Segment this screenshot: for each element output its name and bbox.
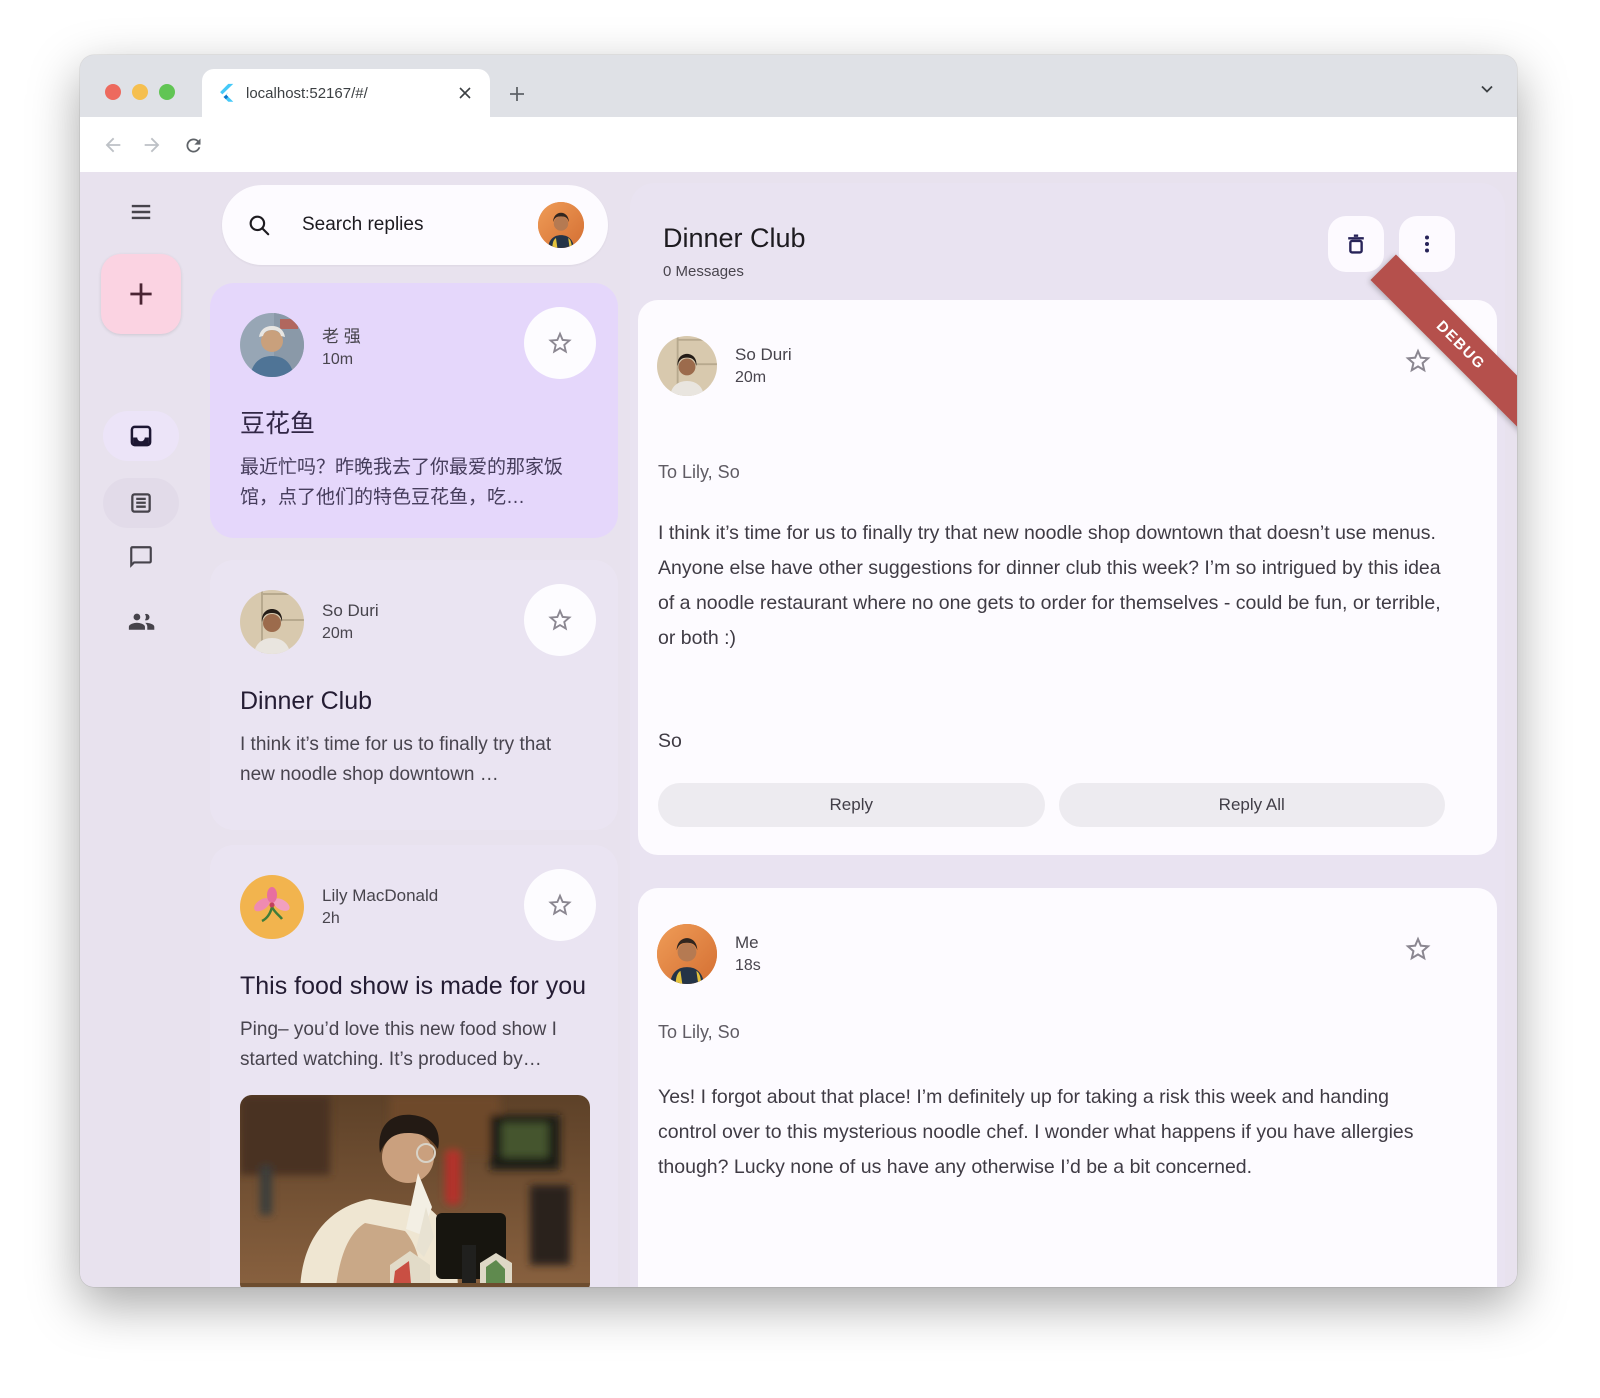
delete-button[interactable] xyxy=(1328,216,1384,272)
thread-preview: 最近忙吗？昨晚我去了你最爱的那家饭馆，点了他们的特色豆花鱼，吃… xyxy=(240,453,588,513)
thread-time: 2h xyxy=(322,910,524,928)
favorite-button[interactable] xyxy=(524,307,596,379)
message-time: 18s xyxy=(735,957,761,975)
conversation-message-count: 0 Messages xyxy=(663,263,744,280)
back-icon[interactable] xyxy=(101,133,125,157)
reply-app: Search replies 老 强 10m 豆花鱼 最近忙吗？昨晚我去了你最 xyxy=(80,172,1517,1287)
tab-close-icon[interactable] xyxy=(454,82,476,104)
tab-title: localhost:52167/#/ xyxy=(246,85,444,102)
new-tab-button[interactable] xyxy=(504,81,530,107)
search-bar[interactable]: Search replies xyxy=(222,185,608,265)
thread-preview: Ping– you’d love this new food show I st… xyxy=(240,1015,588,1075)
close-window-button[interactable] xyxy=(105,84,121,100)
tab-search-chevron-icon[interactable] xyxy=(1479,81,1495,97)
inbox-icon xyxy=(128,423,154,449)
article-icon xyxy=(128,490,154,516)
browser-toolbar: localhost:52167/#/ xyxy=(80,117,1517,172)
message-avatar xyxy=(657,336,717,396)
thread-sender: 老 强 xyxy=(322,322,524,347)
sender-avatar xyxy=(240,313,304,377)
reply-button[interactable]: Reply xyxy=(658,783,1045,827)
thread-card[interactable]: Lily MacDonald 2h This food show is made… xyxy=(210,845,618,1287)
zoom-window-button[interactable] xyxy=(159,84,175,100)
chat-bubble-icon xyxy=(128,544,154,570)
search-placeholder: Search replies xyxy=(302,214,538,236)
thread-time: 10m xyxy=(322,351,524,369)
message-sender: Me xyxy=(735,933,761,953)
message-recipients: To Lily, So xyxy=(658,1022,740,1043)
people-icon xyxy=(127,607,155,635)
menu-button[interactable] xyxy=(121,192,161,232)
minimize-window-button[interactable] xyxy=(132,84,148,100)
thread-card-selected[interactable]: 老 强 10m 豆花鱼 最近忙吗？昨晚我去了你最爱的那家饭馆，点了他们的特色豆花… xyxy=(210,283,618,538)
conversation-pane: Dinner Club 0 Messages So Duri 20m xyxy=(630,183,1505,1287)
reload-icon[interactable] xyxy=(181,133,205,157)
thread-time: 20m xyxy=(322,625,524,643)
favorite-button[interactable] xyxy=(1403,346,1433,376)
favorite-button[interactable] xyxy=(524,584,596,656)
reply-all-button[interactable]: Reply All xyxy=(1059,783,1446,827)
thread-title: This food show is made for you xyxy=(240,967,588,1005)
favorite-button[interactable] xyxy=(1403,934,1433,964)
thread-photo xyxy=(240,1095,590,1287)
message-signature: So xyxy=(658,730,682,753)
thread-sender: Lily MacDonald xyxy=(322,886,524,906)
thread-sender: So Duri xyxy=(322,601,524,621)
tab-strip: localhost:52167/#/ xyxy=(80,55,1517,117)
more-options-button[interactable] xyxy=(1399,216,1455,272)
message-card: Me 18s To Lily, So Yes! I forgot about t… xyxy=(638,888,1497,1287)
thread-preview: I think it’s time for us to finally try … xyxy=(240,730,588,790)
message-sender: So Duri xyxy=(735,345,792,365)
conversation-title: Dinner Club xyxy=(663,223,806,254)
message-avatar xyxy=(657,924,717,984)
nav-groups[interactable] xyxy=(103,596,179,646)
search-icon xyxy=(246,212,272,238)
favorite-button[interactable] xyxy=(524,869,596,941)
message-recipients: To Lily, So xyxy=(658,462,740,483)
thread-title: 豆花鱼 xyxy=(240,405,588,443)
message-time: 20m xyxy=(735,369,792,387)
message-body: I think it’s time for us to finally try … xyxy=(658,516,1448,656)
forward-icon[interactable] xyxy=(140,133,164,157)
message-card: So Duri 20m To Lily, So I think it’s tim… xyxy=(638,300,1497,855)
nav-articles[interactable] xyxy=(103,478,179,528)
sender-avatar xyxy=(240,590,304,654)
flutter-favicon-icon xyxy=(216,83,236,103)
sender-avatar xyxy=(240,875,304,939)
message-body: Yes! I forgot about that place! I’m defi… xyxy=(658,1080,1448,1185)
account-avatar[interactable] xyxy=(538,202,584,248)
browser-window: localhost:52167/#/ localhost:52167/#/ xyxy=(80,55,1517,1287)
thread-title: Dinner Club xyxy=(240,682,588,720)
nav-inbox[interactable] xyxy=(103,411,179,461)
browser-tab[interactable]: localhost:52167/#/ xyxy=(202,69,490,117)
nav-chat[interactable] xyxy=(103,532,179,582)
thread-card[interactable]: So Duri 20m Dinner Club I think it’s tim… xyxy=(210,560,618,830)
compose-fab[interactable] xyxy=(101,254,181,334)
